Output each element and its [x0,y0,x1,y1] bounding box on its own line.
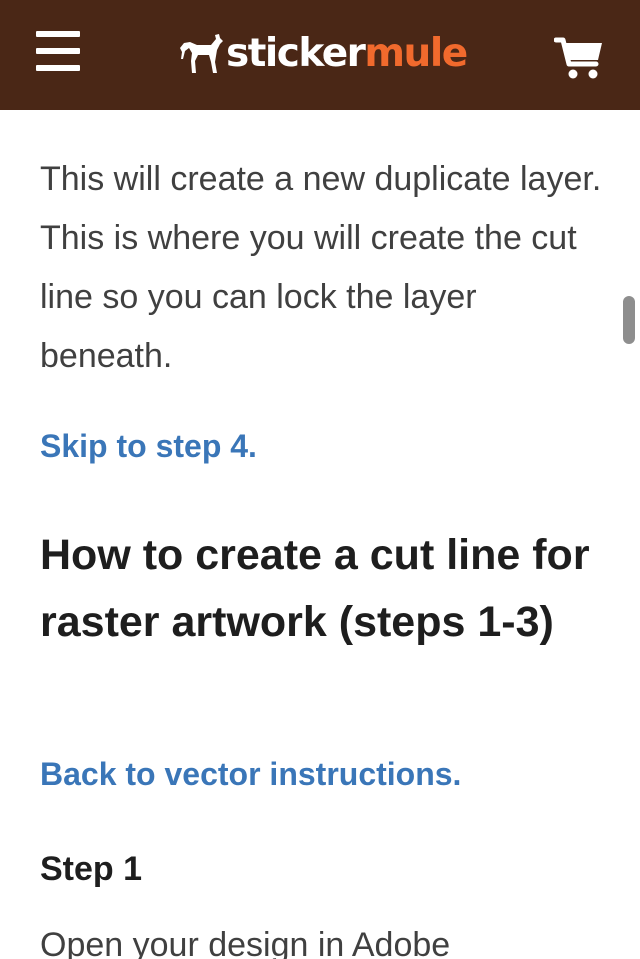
brand-wordmark-sticker: sticker [226,30,366,76]
stickermule-logo[interactable]: stickermule [178,28,468,78]
raster-cut-line-heading: How to create a cut line for raster artw… [40,531,590,646]
page-scrollbar-thumb[interactable] [623,296,635,344]
skip-to-step-4-link[interactable]: Skip to step 4. [40,428,257,465]
shopping-cart-icon [553,37,602,79]
menu-button[interactable] [36,31,82,73]
step-1-title: Step 1 [40,850,143,888]
mule-silhouette-icon [178,32,224,74]
duplicate-layer-paragraph: This will create a new duplicate layer. … [40,160,602,375]
step-1-text: Open your design in Adobe [40,926,451,959]
top-navigation-bar: stickermule [0,0,640,110]
cart-button[interactable] [553,36,604,80]
back-to-vector-link[interactable]: Back to vector instructions. [40,756,461,793]
brand-wordmark-mule: mule [364,30,468,76]
brand-wordmark: stickermule [226,30,468,76]
